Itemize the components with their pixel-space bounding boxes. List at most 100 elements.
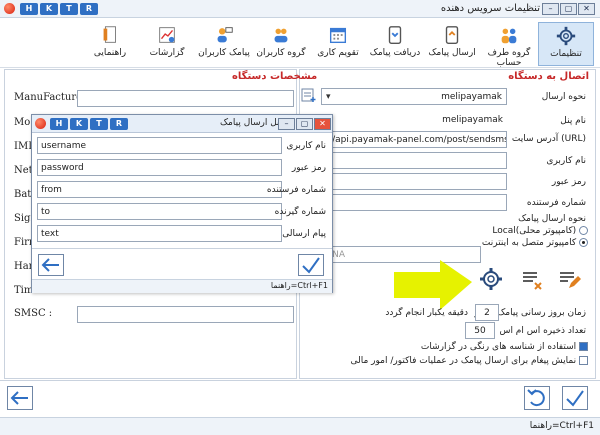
gear-icon xyxy=(556,26,576,46)
archive-count-value: 50 xyxy=(474,326,486,336)
checkmark-icon xyxy=(302,257,320,274)
dialog-text-label: پیام ارسالی xyxy=(282,229,326,239)
highlight-arrow xyxy=(388,258,480,314)
help-book-icon xyxy=(103,26,116,43)
color-ids-option[interactable]: استفاده از شناسه های رنگی در گزارشات xyxy=(421,342,588,352)
method-internet-label: کامپیوتر متصل به اینترنت xyxy=(481,238,577,248)
window-titlebar: H K T R تنظیمات سرویس دهنده – ▢ ✕ xyxy=(0,0,600,18)
invoice-message-option[interactable]: نمایش پیغام برای ارسال پیامک در عملیات ف… xyxy=(351,356,588,366)
toolbar-work-calendar[interactable]: تقویم کاری xyxy=(310,22,366,66)
toolbar-send-sms[interactable]: ارسال پیامک xyxy=(424,22,480,66)
dialog-quick-h[interactable]: H xyxy=(50,118,68,130)
color-ids-checkbox[interactable] xyxy=(579,342,588,351)
archive-count-stepper[interactable]: 50 xyxy=(465,322,495,339)
maximize-button[interactable]: ▢ xyxy=(560,3,577,15)
method-local-label: Local(کامپیوتر محلی) xyxy=(492,226,577,236)
toolbar-user-sms[interactable]: پیامک کاربران xyxy=(196,22,252,66)
sms-panel-dialog: H K T R پنل ارسال پیامک – ▢ ✕ username ن… xyxy=(31,114,333,293)
dialog-titlebar: H K T R پنل ارسال پیامک – ▢ ✕ xyxy=(32,115,332,133)
send-sms-icon xyxy=(445,26,459,44)
dialog-status-icon xyxy=(35,118,46,129)
send-method-label: نحوه ارسال پیامک xyxy=(518,214,586,224)
toolbar-label: گزارشات xyxy=(149,48,185,58)
window-title: تنظیمات سرویس دهنده xyxy=(440,3,540,14)
model-label: Mo xyxy=(14,117,31,128)
dialog-password-input[interactable]: password xyxy=(37,159,282,176)
dialog-from-input[interactable]: from xyxy=(37,181,282,198)
toolbar-settings[interactable]: تنظیمات xyxy=(538,22,594,66)
toolbar-help[interactable]: راهنمایی xyxy=(82,22,138,66)
interval-value: 2 xyxy=(484,308,490,318)
add-provider-icon[interactable] xyxy=(301,88,317,103)
toolbar-label: گروه کاربران xyxy=(256,48,306,58)
dialog-back-button[interactable] xyxy=(38,254,64,276)
smsc-field xyxy=(77,306,294,323)
device-section-title: مشخصات دستگاه xyxy=(232,71,318,82)
dialog-confirm-button[interactable] xyxy=(298,254,324,276)
invoice-message-checkbox[interactable] xyxy=(579,356,588,365)
toolbar-contact-groups[interactable]: گروه طرف حساب xyxy=(481,22,537,68)
edit-list-icon[interactable] xyxy=(557,267,581,291)
toolbar-label: تنظیمات xyxy=(550,49,582,59)
imei-label: IMI xyxy=(14,141,33,152)
quick-button-k[interactable]: K xyxy=(40,3,58,15)
users-group-icon xyxy=(501,28,517,44)
dialog-statusbar: راهنما=Ctrl+F1 xyxy=(32,279,332,293)
quick-button-r[interactable]: R xyxy=(80,3,98,15)
arrow-left-icon xyxy=(10,391,28,405)
dialog-divider xyxy=(32,248,332,249)
dialog-username-label: نام کاربری xyxy=(286,141,326,151)
quick-button-h[interactable]: H xyxy=(20,3,38,15)
dialog-quick-t[interactable]: T xyxy=(90,118,108,130)
interval-stepper[interactable]: 2 xyxy=(475,304,499,321)
connection-section-title: اتصال به دستگاه xyxy=(508,71,589,82)
chevron-down-icon: ▾ xyxy=(326,92,331,102)
send-type-select[interactable]: ▾ melipayamak xyxy=(321,88,507,105)
method-local-radio[interactable] xyxy=(579,226,588,235)
dialog-to-label: شماره گیرنده xyxy=(274,207,326,217)
method-internet-option[interactable]: کامپیوتر متصل به اینترنت xyxy=(482,238,588,248)
sender-number-label: شماره فرستنده xyxy=(526,198,586,208)
panel-name-label: نام پنل xyxy=(560,116,586,126)
minimize-button[interactable]: – xyxy=(542,3,559,15)
report-chart-icon xyxy=(159,27,175,43)
delete-list-icon[interactable] xyxy=(520,267,544,291)
method-internet-radio[interactable] xyxy=(579,238,588,247)
url-input[interactable]: ://api.payamak-panel.com/post/sendsms.as… xyxy=(321,131,507,148)
toolbar-user-groups[interactable]: گروه کاربران xyxy=(253,22,309,66)
arrow-left-icon xyxy=(41,258,59,272)
dialog-maximize-button[interactable]: ▢ xyxy=(296,118,313,130)
network-label: Net xyxy=(14,165,33,176)
password-input[interactable]: x xyxy=(321,173,507,190)
quick-button-t[interactable]: T xyxy=(60,3,78,15)
user-sms-icon xyxy=(217,27,233,43)
dialog-text-input[interactable]: text xyxy=(37,225,282,242)
dialog-username-input[interactable]: username xyxy=(37,137,282,154)
manufacture-field xyxy=(77,90,294,107)
toolbar-receive-sms[interactable]: دریافت پیامک xyxy=(367,22,423,66)
dialog-minimize-button[interactable]: – xyxy=(278,118,295,130)
back-button[interactable] xyxy=(7,386,33,410)
dialog-to-input[interactable]: to xyxy=(37,203,282,220)
archive-count-label: تعداد ذخیره اس ام اس xyxy=(499,326,586,336)
interval-suffix: دقیقه یکبار انجام گردد xyxy=(385,308,468,318)
dialog-quick-r[interactable]: R xyxy=(110,118,128,130)
reset-button[interactable] xyxy=(524,386,550,410)
sender-number-input[interactable] xyxy=(321,194,507,211)
save-button[interactable] xyxy=(562,386,588,410)
dialog-quick-k[interactable]: K xyxy=(70,118,88,130)
receive-sms-icon xyxy=(388,26,402,44)
bottom-divider xyxy=(0,380,600,381)
toolbar-reports[interactable]: گزارشات xyxy=(139,22,195,66)
toolbar-label: گروه طرف حساب xyxy=(487,48,531,68)
dialog-close-button[interactable]: ✕ xyxy=(314,118,331,130)
send-type-label: نحوه ارسال xyxy=(541,92,586,102)
smsc-label: SMSC : xyxy=(14,308,53,319)
username-input[interactable] xyxy=(321,152,507,169)
dialog-title: پنل ارسال پیامک xyxy=(220,118,283,128)
toolbar-label: پیامک کاربران xyxy=(198,48,250,58)
color-ids-label: استفاده از شناسه های رنگی در گزارشات xyxy=(420,342,577,352)
close-button[interactable]: ✕ xyxy=(578,3,595,15)
method-local-option[interactable]: Local(کامپیوتر محلی) xyxy=(492,226,588,236)
connection-settings-icon[interactable] xyxy=(478,266,504,292)
